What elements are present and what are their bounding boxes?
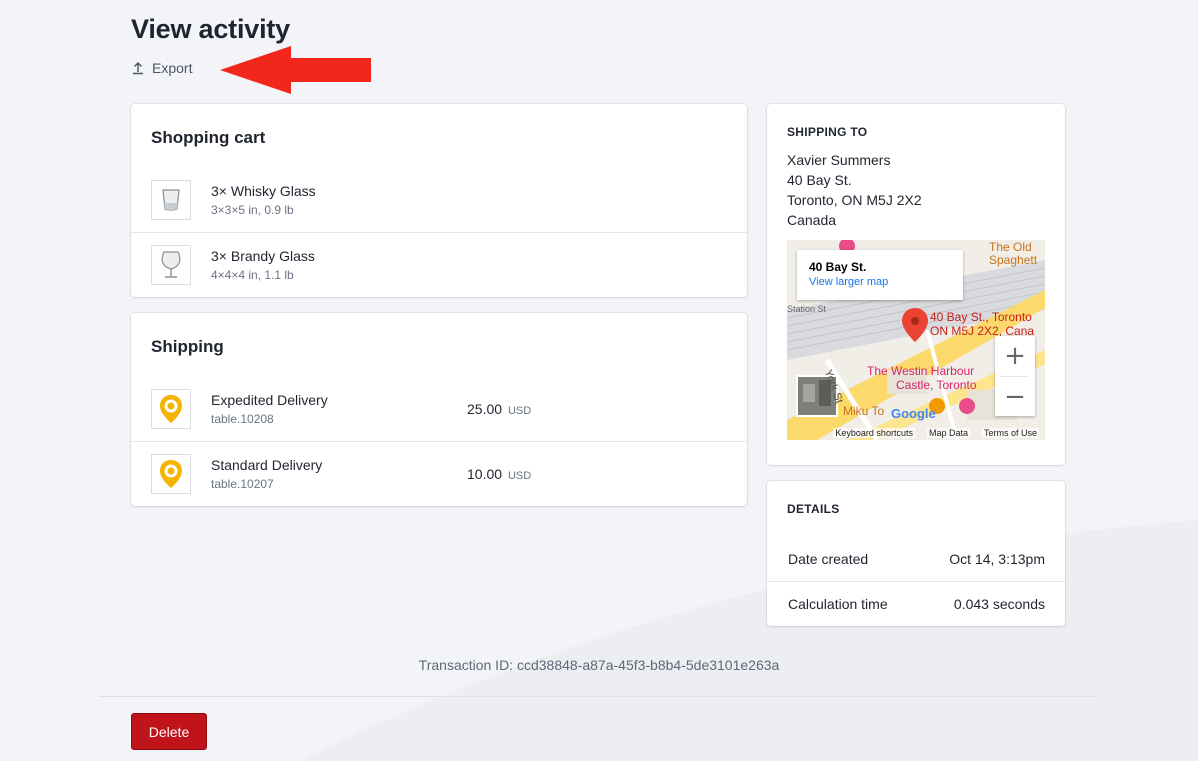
shipping-option-code: table.10208 — [211, 411, 274, 426]
shopping-cart-card: Shopping cart 3× Whisky Glass 3×3×5 in, … — [131, 104, 747, 297]
upload-icon — [133, 62, 143, 75]
shipping-card: Shipping Expedited Delivery table.10208 … — [131, 313, 747, 506]
details-card: DETAILS Date created Oct 14, 3:13pm Calc… — [767, 481, 1065, 626]
shipping-to-label: SHIPPING TO — [787, 125, 868, 139]
embedded-map[interactable]: The Old Spaghett Station St York St 40 B… — [787, 240, 1045, 440]
item-dimensions: 3×3×5 in, 0.9 lb — [211, 202, 294, 217]
detail-value: Oct 14, 3:13pm — [949, 550, 1045, 567]
address-line: Xavier Summers — [787, 152, 891, 168]
annotation-arrow — [220, 46, 371, 94]
page-title: View activity — [131, 14, 290, 44]
map-poi-label: Miku To — [843, 404, 885, 418]
shipping-option[interactable]: Standard Delivery table.10207 10.00 USD — [131, 441, 747, 506]
delete-button[interactable]: Delete — [131, 713, 207, 750]
list-item[interactable]: 3× Brandy Glass 4×4×4 in, 1.1 lb — [131, 232, 747, 297]
map-pin-label: 40 Bay St., Toronto — [930, 310, 1032, 324]
map-info-card: 40 Bay St. View larger map — [797, 250, 963, 300]
location-pin-icon — [151, 454, 191, 494]
detail-key: Calculation time — [788, 596, 888, 612]
whisky-glass-image — [151, 179, 191, 220]
shopping-cart-title: Shopping cart — [151, 128, 266, 147]
map-data-link[interactable]: Map Data — [926, 428, 970, 438]
location-pin-icon — [151, 388, 191, 429]
list-item[interactable]: 3× Whisky Glass 3×3×5 in, 0.9 lb — [131, 167, 747, 232]
address-line: Toronto, ON M5J 2X2 — [787, 192, 922, 208]
brandy-glass-image — [151, 245, 191, 285]
map-poi-label: Spaghett — [989, 253, 1038, 267]
shipping-option[interactable]: Expedited Delivery table.10208 25.00 USD — [131, 376, 747, 441]
shipping-option-name: Standard Delivery — [211, 457, 323, 473]
map-poi-label: Castle, Toronto — [896, 378, 977, 392]
map-card-title: 40 Bay St. — [809, 260, 867, 274]
map-poi-label: The Old — [989, 240, 1032, 254]
transaction-id: Transaction ID: ccd38848-a87a-45f3-b8b4-… — [418, 657, 780, 673]
item-dimensions: 4×4×4 in, 1.1 lb — [211, 268, 294, 282]
item-name: 3× Brandy Glass — [211, 248, 315, 264]
shipping-to-card: SHIPPING TO Xavier Summers 40 Bay St. To… — [767, 104, 1065, 465]
address-line: Canada — [787, 212, 837, 228]
detail-key: Date created — [788, 550, 869, 567]
view-larger-map-link[interactable]: View larger map — [809, 276, 951, 288]
detail-row-date-created: Date created Oct 14, 3:13pm — [767, 536, 1065, 581]
export-button[interactable]: Export — [131, 60, 192, 76]
zoom-in-button[interactable]: + — [995, 336, 1035, 376]
address-line: 40 Bay St. — [787, 172, 852, 188]
shipping-price: 10.00 USD — [467, 466, 531, 482]
price-currency: USD — [507, 470, 532, 482]
footer-divider — [99, 696, 1097, 697]
detail-value: 0.043 seconds — [953, 596, 1045, 612]
map-street-label: Station St — [787, 304, 827, 314]
google-logo: Google — [891, 406, 936, 421]
export-label: Export — [152, 60, 193, 76]
shipping-option-code: table.10207 — [211, 477, 274, 491]
map-zoom-controls: + − — [995, 336, 1035, 416]
details-label: DETAILS — [787, 502, 840, 516]
item-name: 3× Whisky Glass — [211, 182, 316, 199]
price-currency: USD — [507, 404, 532, 417]
terms-of-use-link[interactable]: Terms of Use — [981, 428, 1039, 438]
price-amount: 10.00 — [467, 466, 503, 482]
keyboard-shortcuts-link[interactable]: Keyboard shortcuts — [833, 428, 915, 438]
shipping-title: Shipping — [151, 337, 224, 356]
price-amount: 25.00 — [467, 400, 503, 417]
zoom-out-button[interactable]: − — [995, 377, 1035, 416]
shipping-price: 25.00 USD — [467, 401, 531, 417]
map-footer: Keyboard shortcuts Map Data Terms of Use — [787, 426, 1045, 440]
detail-row-calculation-time: Calculation time 0.043 seconds — [767, 581, 1065, 626]
shipping-option-name: Expedited Delivery — [211, 391, 328, 408]
map-poi-label: The Westin Harbour — [867, 364, 975, 378]
shipping-address: Xavier Summers 40 Bay St. Toronto, ON M5… — [787, 150, 922, 230]
